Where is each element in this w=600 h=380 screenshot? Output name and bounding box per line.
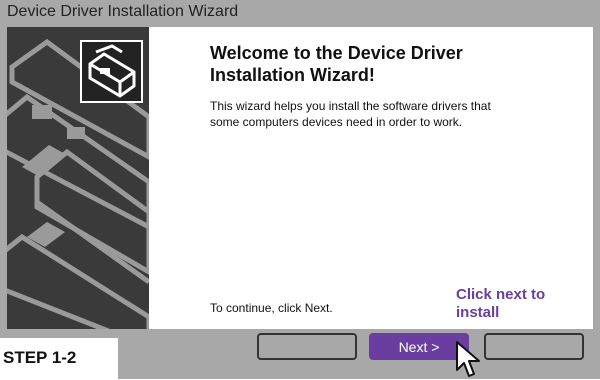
hardware-driver-icon xyxy=(80,40,143,103)
hardware-driver-graphic xyxy=(82,42,141,101)
wizard-description: This wizard helps you install the softwa… xyxy=(210,99,491,129)
title-bar: Device Driver Installation Wizard xyxy=(0,0,600,24)
wizard-window: Device Driver Installation Wizard Welcom… xyxy=(0,0,600,379)
back-button[interactable] xyxy=(257,333,357,360)
cancel-button[interactable] xyxy=(484,333,584,360)
arrow-pointer-icon xyxy=(456,341,480,377)
click-next-hint: Click next to install xyxy=(456,286,546,321)
continue-instruction: To continue, click Next. xyxy=(210,301,333,315)
next-button[interactable]: Next > xyxy=(369,333,469,360)
side-banner-image xyxy=(7,27,149,329)
wizard-content: Welcome to the Device Driver Installatio… xyxy=(7,27,593,329)
step-label: STEP 1-2 xyxy=(3,348,77,367)
window-title: Device Driver Installation Wizard xyxy=(7,3,239,20)
wizard-heading: Welcome to the Device Driver Installatio… xyxy=(210,43,463,85)
